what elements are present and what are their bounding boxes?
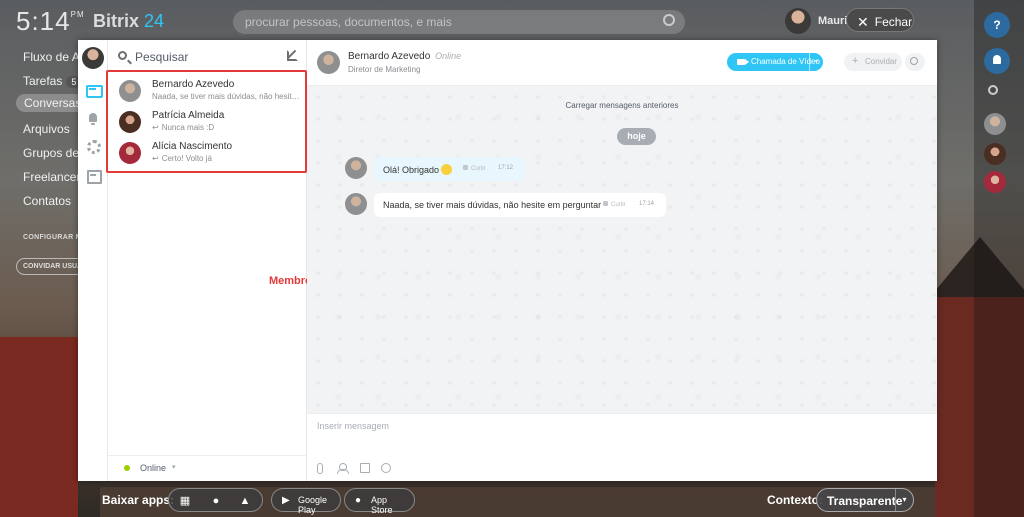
notes-icon[interactable]	[86, 169, 102, 184]
mention-user-icon[interactable]	[337, 463, 349, 474]
linux-icon[interactable]: ▲	[239, 495, 251, 507]
avatar[interactable]	[317, 51, 340, 74]
date-divider: hoje	[617, 128, 656, 145]
brand-logo[interactable]: Bitrix 24	[93, 11, 164, 32]
chevron-down-icon[interactable]: ▾	[809, 53, 823, 71]
contact-search-input[interactable]	[135, 48, 275, 66]
search-icon[interactable]	[988, 85, 998, 95]
contacts-panel: Bernardo Azevedo Naada, se tiver mais dú…	[108, 40, 307, 481]
reply-icon: ↩	[152, 154, 159, 163]
online-status-dot	[124, 465, 130, 471]
context-select[interactable]: Transparente ▾	[816, 488, 914, 512]
menu-item-tasks[interactable]: Tarefas 5	[23, 74, 82, 88]
download-apps-label: Baixar apps:	[102, 493, 175, 507]
status-selector[interactable]: Online ▾	[108, 455, 307, 481]
contact-name: Alícia Nascimento	[152, 141, 233, 152]
menu-item-feed[interactable]: Fluxo de At	[23, 50, 83, 64]
emoji-icon[interactable]	[381, 463, 391, 473]
messenger-rail	[78, 40, 108, 481]
notifications-icon[interactable]	[984, 48, 1010, 74]
chat-contact-status: Online	[435, 51, 462, 61]
video-call-button[interactable]: Chamada de Vídeo ▾	[727, 53, 823, 71]
close-button[interactable]: ✕ Fechar	[846, 8, 914, 32]
quote-icon[interactable]	[360, 463, 370, 473]
current-user-avatar[interactable]	[82, 47, 104, 69]
message-bubble: Naada, se tiver mais dúvidas, não hesite…	[374, 193, 666, 217]
contact-last-message: ↩ Nunca mais :D	[152, 123, 215, 132]
contact-last-message: ↩ Certo! Volto já	[152, 154, 212, 163]
close-icon: ✕	[857, 14, 869, 30]
load-more-link[interactable]: Carregar mensagens anteriores	[307, 101, 937, 110]
contact-item[interactable]: Alícia Nascimento ↩ Certo! Volto já	[116, 140, 302, 170]
menu-item-contacts[interactable]: Contatos	[23, 194, 71, 208]
google-play-button[interactable]: ▶ Google Play	[271, 488, 341, 515]
avatar	[119, 142, 141, 164]
thumb-up-icon	[463, 165, 468, 170]
avatar[interactable]	[345, 157, 367, 179]
chevron-down-icon: ▾	[895, 489, 913, 511]
avatar[interactable]	[345, 193, 367, 215]
invite-button[interactable]: + Convidar	[844, 53, 902, 71]
search-icon	[118, 51, 127, 60]
message-input[interactable]	[317, 418, 917, 434]
google-play-icon: ▶	[282, 495, 290, 506]
message-bubble: Olá! Obrigado Curtir 17:12	[374, 157, 525, 181]
chevron-down-icon: ▾	[172, 464, 176, 471]
contact-item[interactable]: Bernardo Azevedo Naada, se tiver mais dú…	[116, 78, 302, 108]
menu-item-freelancers[interactable]: Freelancers	[23, 170, 86, 184]
video-camera-icon	[737, 59, 749, 65]
app-store-button[interactable]: ● App Store	[344, 488, 415, 515]
message-time: 17:14	[639, 201, 655, 207]
like-button[interactable]: Curtir	[463, 165, 486, 172]
plus-icon: +	[852, 55, 859, 67]
apple-icon[interactable]: ●	[210, 495, 222, 507]
recent-contact-avatar[interactable]	[984, 171, 1006, 193]
menu-item-drive[interactable]: Arquivos	[23, 122, 70, 136]
message-composer	[307, 413, 937, 481]
message-time: 17:12	[498, 165, 514, 171]
search-icon	[663, 14, 675, 26]
search-in-chat-button[interactable]	[905, 53, 925, 71]
chat-history: Carregar mensagens anteriores hoje Olá! …	[307, 86, 937, 413]
contact-item[interactable]: Patrícia Almeida ↩ Nunca mais :D	[116, 109, 302, 139]
status-label: Online	[140, 463, 167, 473]
gear-icon[interactable]	[86, 139, 101, 154]
contact-name: Patrícia Almeida	[152, 110, 225, 121]
context-label: Contexto:	[767, 493, 823, 507]
bell-icon[interactable]	[86, 112, 100, 126]
attach-icon[interactable]	[317, 463, 323, 474]
chat-contact-role: Diretor de Marketing	[348, 65, 421, 74]
thumb-up-icon	[603, 201, 608, 206]
portal-right-bar: ?	[974, 0, 1024, 517]
clock: 5:14PM	[16, 6, 85, 36]
recent-contact-avatar[interactable]	[984, 113, 1006, 135]
avatar	[119, 80, 141, 102]
recent-contact-avatar[interactable]	[984, 143, 1006, 165]
chat-icon[interactable]	[86, 84, 103, 98]
user-avatar[interactable]	[785, 8, 811, 34]
contact-name: Bernardo Azevedo	[152, 79, 235, 90]
avatar	[119, 111, 141, 133]
help-button[interactable]: ?	[984, 12, 1010, 38]
windows-icon[interactable]: ▦	[179, 495, 191, 507]
smile-emoji-icon	[441, 164, 453, 175]
desktop-apps-group: ▦ ● ▲	[168, 488, 263, 512]
portal-bottom-bar: Baixar apps: ▦ ● ▲ ▶ Google Play ● App Sto…	[0, 484, 1024, 517]
reply-icon: ↩	[152, 123, 159, 132]
compose-icon[interactable]	[287, 50, 298, 61]
chat-header: Bernardo Azevedo Online Diretor de Marke…	[307, 40, 937, 86]
chat-panel: Bernardo Azevedo Online Diretor de Marke…	[307, 40, 937, 481]
chat-contact-name[interactable]: Bernardo Azevedo Online	[348, 51, 461, 62]
apple-icon: ●	[355, 495, 362, 506]
contact-last-message: Naada, se tiver mais dúvidas, não hesite…	[152, 92, 302, 101]
contact-search-row	[108, 40, 307, 74]
portal-search-input[interactable]: procurar pessoas, documentos, e mais	[233, 10, 685, 34]
messenger-window: Bernardo Azevedo Naada, se tiver mais dú…	[78, 40, 937, 481]
like-button[interactable]: Curtir	[603, 201, 626, 208]
portal-topbar: 5:14PM Bitrix 24 procurar pessoas, docum…	[0, 0, 1024, 40]
